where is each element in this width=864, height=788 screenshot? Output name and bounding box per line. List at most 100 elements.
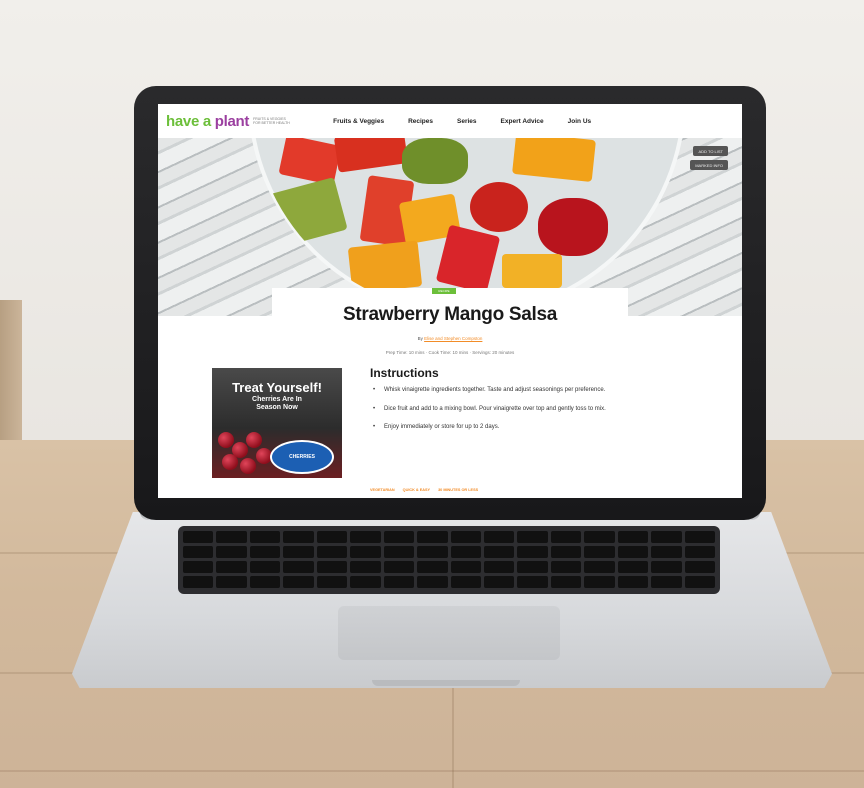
- add-to-list-label: ADD TO LIST: [698, 148, 723, 154]
- keyboard-key: [283, 546, 314, 558]
- strawberry-piece: [333, 138, 409, 173]
- keyboard-key: [517, 561, 548, 573]
- keyboard-key: [417, 576, 448, 588]
- keyboard-key: [216, 576, 247, 588]
- keyboard-key: [584, 546, 615, 558]
- keyboard-key: [316, 576, 348, 588]
- wooden-box: [0, 300, 22, 460]
- keyboard-key: [183, 576, 214, 588]
- keyboard-key: [617, 546, 649, 558]
- keyboard-key: [283, 561, 314, 573]
- instruction-step: Dice fruit and add to a mixing bowl. Pou…: [370, 405, 700, 414]
- keyboard-key: [417, 531, 448, 543]
- keyboard-key: [483, 531, 515, 543]
- laptop-keyboard: [178, 526, 720, 594]
- keyboard-key: [684, 546, 715, 558]
- marked-info-label: MARKED INFO: [695, 162, 723, 168]
- keyboard-key: [216, 531, 247, 543]
- keyboard-key: [450, 576, 481, 588]
- keyboard-key: [517, 576, 548, 588]
- laptop-trackpad: [338, 606, 560, 660]
- keyboard-key: [550, 546, 582, 558]
- mango-cube: [512, 138, 596, 183]
- keyboard-key: [216, 561, 247, 573]
- nav-expert-advice[interactable]: Expert Advice: [501, 118, 544, 125]
- nav-fruits-veggies[interactable]: Fruits & Veggies: [333, 118, 384, 125]
- keyboard-key: [350, 576, 381, 588]
- keyboard-key: [417, 546, 448, 558]
- cherry-icon: [240, 458, 256, 474]
- strawberry-piece: [538, 198, 608, 256]
- recipe-byline: By Elise and Stephen Compston: [272, 336, 628, 341]
- kiwi-slice: [402, 138, 468, 184]
- logo-tagline: FRUITS & VEGGIES FOR BETTER HEALTH: [253, 117, 290, 125]
- keyboard-key: [417, 561, 448, 573]
- logo-text-accent: plant: [214, 112, 250, 130]
- ad-title: Treat Yourself!: [232, 380, 322, 395]
- author-link[interactable]: Elise and Stephen Compston: [424, 336, 482, 341]
- keyboard-key: [550, 576, 582, 588]
- keyboard-key: [517, 531, 548, 543]
- keyboard-key: [450, 546, 481, 558]
- site-header: have a plant FRUITS & VEGGIES FOR BETTER…: [158, 104, 742, 138]
- keyboard-key: [550, 561, 582, 573]
- ad-subtitle: Cherries Are In Season Now: [212, 396, 342, 412]
- logo-text-main: have a: [166, 112, 211, 130]
- add-to-list-button[interactable]: ADD TO LIST: [693, 146, 728, 156]
- strawberry-piece: [470, 182, 528, 232]
- keyboard-key: [316, 561, 348, 573]
- nav-series[interactable]: Series: [457, 118, 477, 125]
- keyboard-key: [350, 546, 381, 558]
- keyboard-key: [383, 561, 415, 573]
- keyboard-key: [483, 561, 515, 573]
- recipe-title: Strawberry Mango Salsa: [342, 304, 558, 325]
- keyboard-key: [350, 561, 381, 573]
- cherry-icon: [246, 432, 262, 448]
- site-logo[interactable]: have a plant: [166, 113, 249, 130]
- recipe-badge: RECIPE: [432, 288, 456, 294]
- tag-quick-easy[interactable]: QUICK & EASY: [403, 488, 430, 492]
- mango-cube: [502, 254, 562, 288]
- keyboard-key: [450, 531, 481, 543]
- keyboard-key: [684, 561, 715, 573]
- ad-subtitle-line: Season Now: [256, 404, 298, 411]
- keyboard-key: [350, 531, 381, 543]
- keyboard-key: [483, 576, 515, 588]
- by-label: By: [417, 336, 423, 341]
- keyboard-key: [249, 561, 281, 573]
- nav-join-us[interactable]: Join Us: [568, 118, 591, 125]
- keyboard-key: [651, 561, 682, 573]
- cherry-icon: [218, 432, 234, 448]
- keyboard-key: [517, 546, 548, 558]
- keyboard-key: [383, 576, 415, 588]
- keyboard-key: [651, 546, 682, 558]
- keyboard-key: [249, 576, 281, 588]
- keyboard-key: [383, 546, 415, 558]
- keyboard-key: [316, 531, 348, 543]
- keyboard-key: [183, 531, 214, 543]
- instruction-step-text: Dice fruit and add to a mixing bowl. Pou…: [384, 405, 606, 412]
- tag-vegetarian[interactable]: VEGETARIAN: [370, 488, 395, 492]
- mango-cube: [347, 240, 423, 294]
- keyboard-key: [584, 561, 615, 573]
- keyboard-key: [584, 531, 615, 543]
- instruction-step: Whisk vinaigrette ingredients together. …: [370, 386, 700, 395]
- instructions-list: Whisk vinaigrette ingredients together. …: [370, 386, 700, 442]
- avocado-chunk: [260, 177, 348, 249]
- keyboard-key: [617, 531, 649, 543]
- marked-info-button[interactable]: MARKED INFO: [690, 160, 728, 170]
- tag-30-minutes[interactable]: 30 MINUTES OR LESS: [438, 488, 478, 492]
- keyboard-key: [684, 531, 715, 543]
- instruction-step: Enjoy immediately or store for up to 2 d…: [370, 423, 700, 432]
- keyboard-key: [283, 576, 314, 588]
- keyboard-key: [651, 531, 682, 543]
- keyboard-key: [183, 546, 214, 558]
- keyboard-key: [216, 546, 247, 558]
- main-nav: Fruits & Veggies Recipes Series Expert A…: [333, 118, 591, 125]
- laptop-screen: have a plant FRUITS & VEGGIES FOR BETTER…: [158, 104, 742, 498]
- nav-recipes[interactable]: Recipes: [408, 118, 433, 125]
- cherry-ad-banner[interactable]: Treat Yourself! Cherries Are In Season N…: [212, 368, 342, 478]
- keyboard-key: [283, 531, 314, 543]
- keyboard-key: [684, 576, 715, 588]
- keyboard-key: [383, 531, 415, 543]
